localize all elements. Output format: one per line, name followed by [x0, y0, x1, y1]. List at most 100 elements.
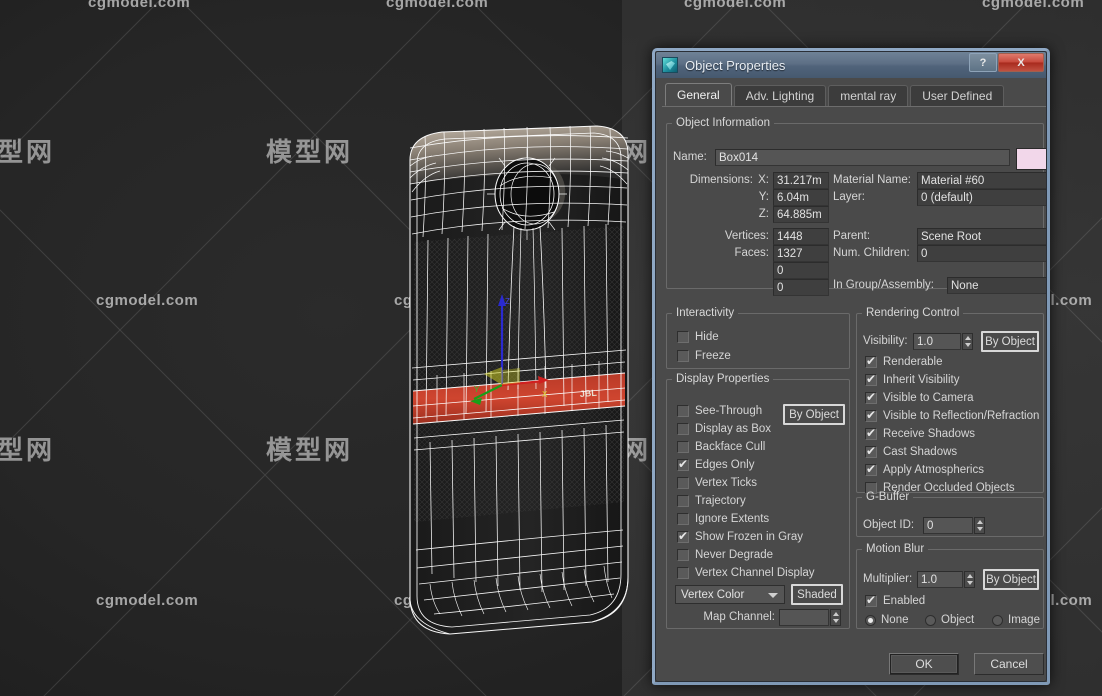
rendering-by-object-button[interactable]: By Object [981, 331, 1039, 352]
checkbox-box[interactable] [677, 441, 689, 453]
checkbox-label: Edges Only [695, 459, 755, 471]
interactivity-legend: Interactivity [676, 307, 735, 319]
chevron-down-icon [768, 593, 778, 598]
tab-adv-lighting[interactable]: Adv. Lighting [733, 85, 827, 106]
checkbox-see-through[interactable]: See-Through [677, 405, 762, 417]
checkbox-hide[interactable]: Hide [677, 331, 719, 343]
checkbox-box[interactable] [865, 390, 877, 404]
checkbox-box[interactable] [865, 372, 877, 386]
wireframe-model[interactable]: JBL Z Y X [392, 122, 660, 642]
checkbox-trajectory[interactable]: Trajectory [677, 495, 746, 507]
checkbox-box[interactable] [865, 462, 877, 476]
checkbox-never-degrade[interactable]: Never Degrade [677, 549, 773, 561]
tab-user-defined[interactable]: User Defined [910, 85, 1005, 106]
checkbox-box[interactable] [677, 405, 689, 417]
cancel-button[interactable]: Cancel [974, 653, 1044, 675]
checkbox-box[interactable] [677, 549, 689, 561]
checkbox-box[interactable] [865, 444, 877, 458]
checkbox-label: Enabled [883, 595, 926, 607]
tab-general[interactable]: General [665, 83, 732, 106]
checkbox-motion-blur-enabled[interactable]: Enabled [865, 593, 926, 607]
spinner-up-icon[interactable] [965, 572, 974, 580]
spinner-down-icon[interactable] [975, 526, 984, 534]
checkbox-edges-only[interactable]: Edges Only [677, 457, 755, 471]
checkbox-box[interactable] [677, 331, 689, 343]
spinner-down-icon[interactable] [963, 342, 972, 350]
app-window: cgmodel.com cgmodel.com cgmodel.com cgmo… [0, 0, 1102, 696]
checkbox-receive-shadows[interactable]: Receive Shadows [865, 426, 975, 440]
map-channel-spinner[interactable] [830, 609, 841, 626]
checkbox-box[interactable] [677, 477, 689, 489]
spinner-down-icon[interactable] [831, 618, 840, 626]
checkbox-apply-atmospherics[interactable]: Apply Atmospherics [865, 462, 984, 476]
checkbox-box[interactable] [677, 567, 689, 579]
spinner-up-icon[interactable] [975, 518, 984, 526]
ok-button[interactable]: OK [889, 653, 959, 675]
map-channel-label: Map Channel: [703, 611, 775, 623]
checkbox-inherit-visibility[interactable]: Inherit Visibility [865, 372, 960, 386]
radio-label: Object [941, 614, 975, 626]
checkbox-label: Ignore Extents [695, 513, 770, 525]
radio-motion-blur-none[interactable]: None [865, 614, 909, 626]
material-name-label: Material Name: [833, 174, 911, 186]
layer-label: Layer: [833, 191, 865, 203]
close-button[interactable]: X [998, 53, 1044, 72]
checkbox-box[interactable] [865, 426, 877, 440]
spinner-up-icon[interactable] [963, 334, 972, 342]
radio-dot[interactable] [925, 614, 936, 626]
object-id-input[interactable]: 0 [923, 517, 973, 534]
object-properties-dialog[interactable]: Object Properties ? X General Adv. Light… [652, 48, 1050, 685]
num-children-label: Num. Children: [833, 247, 910, 259]
checkbox-vertex-channel-display[interactable]: Vertex Channel Display [677, 567, 815, 579]
map-channel-input[interactable] [779, 609, 829, 626]
object-id-spinner[interactable] [974, 517, 985, 534]
checkbox-visible-to-camera[interactable]: Visible to Camera [865, 390, 974, 404]
checkbox-box[interactable] [677, 457, 689, 471]
checkbox-cast-shadows[interactable]: Cast Shadows [865, 444, 957, 458]
checkbox-renderable[interactable]: Renderable [865, 354, 942, 368]
spinner-up-icon[interactable] [831, 610, 840, 618]
checkbox-box[interactable] [677, 513, 689, 525]
visibility-input[interactable]: 1.0 [913, 333, 961, 350]
checkbox-box[interactable] [677, 495, 689, 507]
tab-bar[interactable]: General Adv. Lighting mental ray User De… [662, 83, 1046, 107]
radio-dot[interactable] [865, 614, 876, 626]
checkbox-show-frozen-in-gray[interactable]: Show Frozen in Gray [677, 529, 803, 543]
radio-motion-blur-object[interactable]: Object [925, 614, 974, 626]
dialog-titlebar[interactable]: Object Properties ? X [656, 52, 1046, 78]
visibility-label: Visibility: [863, 335, 908, 347]
checkbox-ignore-extents[interactable]: Ignore Extents [677, 513, 769, 525]
multiplier-input[interactable]: 1.0 [917, 571, 963, 588]
object-information-group: Object Information Name: Box014 Dimensio… [666, 117, 1046, 296]
spinner-down-icon[interactable] [965, 580, 974, 588]
vertex-channel-combo[interactable]: Vertex Color [675, 585, 785, 604]
faces-label: Faces: [734, 247, 769, 259]
watermark-text: cgmodel.com [684, 0, 787, 11]
visibility-spinner[interactable] [962, 333, 973, 350]
name-input[interactable]: Box014 [715, 149, 1010, 166]
checkbox-box[interactable] [865, 408, 877, 422]
radio-dot[interactable] [992, 614, 1003, 626]
checkbox-backface-cull[interactable]: Backface Cull [677, 441, 765, 453]
multiplier-spinner[interactable] [964, 571, 975, 588]
display-by-object-button[interactable]: By Object [783, 404, 845, 425]
tab-mental-ray[interactable]: mental ray [828, 85, 909, 106]
checkbox-box[interactable] [677, 423, 689, 435]
checkbox-display-as-box[interactable]: Display as Box [677, 423, 771, 435]
checkbox-box[interactable] [865, 354, 877, 368]
radio-motion-blur-image[interactable]: Image [992, 614, 1040, 626]
checkbox-freeze[interactable]: Freeze [677, 350, 731, 362]
interactivity-group: Interactivity Hide Freeze [666, 307, 850, 369]
object-color-swatch[interactable] [1016, 148, 1046, 170]
help-button[interactable]: ? [969, 53, 997, 72]
shaded-button[interactable]: Shaded [791, 584, 843, 605]
checkbox-box[interactable] [865, 593, 877, 607]
watermark-text: cgmodel.com [96, 292, 199, 309]
checkbox-visible-to-reflection-refraction[interactable]: Visible to Reflection/Refraction [865, 408, 1039, 422]
motion-blur-by-object-button[interactable]: By Object [983, 569, 1039, 590]
checkbox-vertex-ticks[interactable]: Vertex Ticks [677, 477, 757, 489]
checkbox-box[interactable] [677, 529, 689, 543]
watermark-text: cgmodel.com [982, 0, 1085, 11]
vertex-channel-value: Vertex Color [681, 588, 745, 601]
checkbox-box[interactable] [677, 350, 689, 362]
